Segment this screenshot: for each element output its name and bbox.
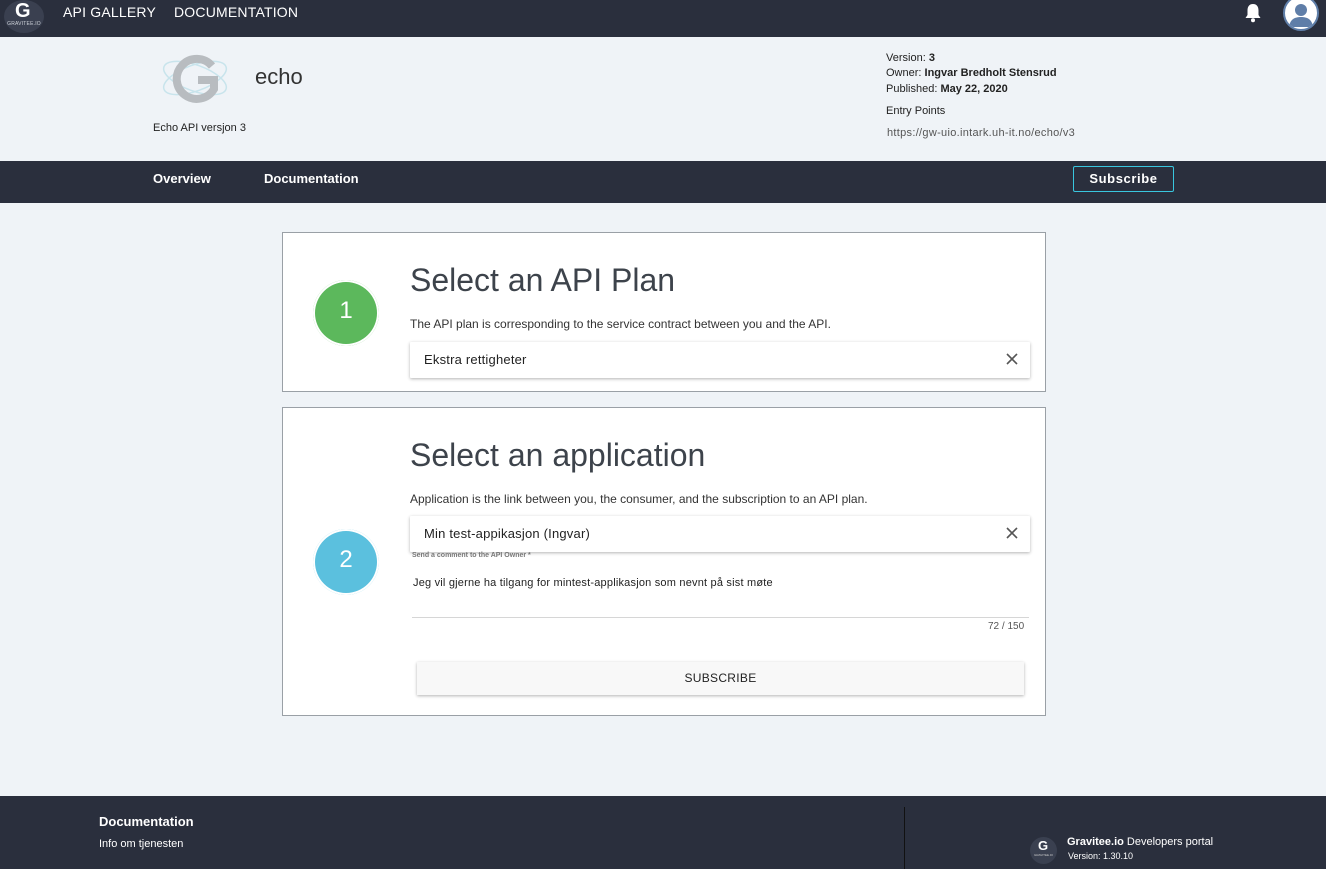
application-select[interactable]: Min test-appikasjon (Ingvar) xyxy=(410,516,1030,552)
user-avatar[interactable] xyxy=(1283,0,1319,31)
nav-api-gallery[interactable]: API GALLERY xyxy=(63,4,156,20)
comment-label: Send a comment to the API Owner * xyxy=(412,552,531,559)
footer-version: Version: 1.30.10 xyxy=(1068,851,1134,861)
subscribe-nav-button[interactable]: Subscribe xyxy=(1073,166,1174,192)
comment-char-counter: 72 / 150 xyxy=(988,621,1025,632)
gravitee-g-icon: G xyxy=(15,0,31,22)
footer-link-info[interactable]: Info om tjenesten xyxy=(99,838,183,850)
subscribe-button[interactable]: SUBSCRIBE xyxy=(417,662,1024,695)
application-card: 2 Select an application Application is t… xyxy=(282,407,1046,716)
bell-icon[interactable] xyxy=(1244,3,1262,23)
plan-select[interactable]: Ekstra rettigheter xyxy=(410,342,1030,378)
api-version: Version: 3 xyxy=(886,52,935,64)
entry-point-url[interactable]: https://gw-uio.intark.uh-it.no/echo/v3 xyxy=(887,127,1075,139)
api-published: Published: May 22, 2020 xyxy=(886,83,1008,95)
tab-documentation[interactable]: Documentation xyxy=(264,171,359,186)
entry-points-label: Entry Points xyxy=(886,105,946,117)
footer-title: Documentation xyxy=(99,814,194,829)
plan-title: Select an API Plan xyxy=(410,262,676,298)
comment-underline xyxy=(412,617,1029,618)
api-subnav: Overview Documentation Subscribe xyxy=(0,161,1326,203)
footer-portal-name: Gravitee.io Developers portal xyxy=(1067,836,1214,848)
gravitee-g-icon: G xyxy=(1038,838,1049,853)
step-1-badge: 1 xyxy=(313,280,379,346)
application-subtitle: Application is the link between you, the… xyxy=(410,492,868,506)
plan-selected-value: Ekstra rettigheter xyxy=(424,352,527,367)
user-icon xyxy=(1289,4,1313,27)
plan-card: 1 Select an API Plan The API plan is cor… xyxy=(282,232,1046,392)
comment-field[interactable]: Jeg vil gjerne ha tilgang for mintest-ap… xyxy=(413,577,773,589)
api-owner: Owner: Ingvar Bredholt Stensrud xyxy=(886,67,1057,79)
application-title: Select an application xyxy=(410,437,706,473)
tab-overview[interactable]: Overview xyxy=(153,171,211,186)
api-description: Echo API versjon 3 xyxy=(153,122,246,134)
footer-divider xyxy=(904,807,905,869)
clear-icon[interactable] xyxy=(1004,351,1020,367)
footer: Documentation Info om tjenesten G GRAVIT… xyxy=(0,796,1326,869)
api-name: echo xyxy=(255,64,303,89)
api-logo xyxy=(162,54,228,103)
nav-documentation[interactable]: DOCUMENTATION xyxy=(174,4,298,20)
footer-gravitee-logo: G GRAVITEE.IO xyxy=(1030,837,1057,864)
gravitee-logo[interactable]: G GRAVITEE.IO xyxy=(4,0,44,33)
application-selected-value: Min test-appikasjon (Ingvar) xyxy=(424,526,590,541)
top-navbar: G GRAVITEE.IO API GALLERY DOCUMENTATION xyxy=(0,0,1326,37)
plan-subtitle: The API plan is corresponding to the ser… xyxy=(410,317,831,331)
step-2-badge: 2 xyxy=(313,529,379,595)
clear-icon[interactable] xyxy=(1004,525,1020,541)
logo-text: GRAVITEE.IO xyxy=(7,21,41,27)
